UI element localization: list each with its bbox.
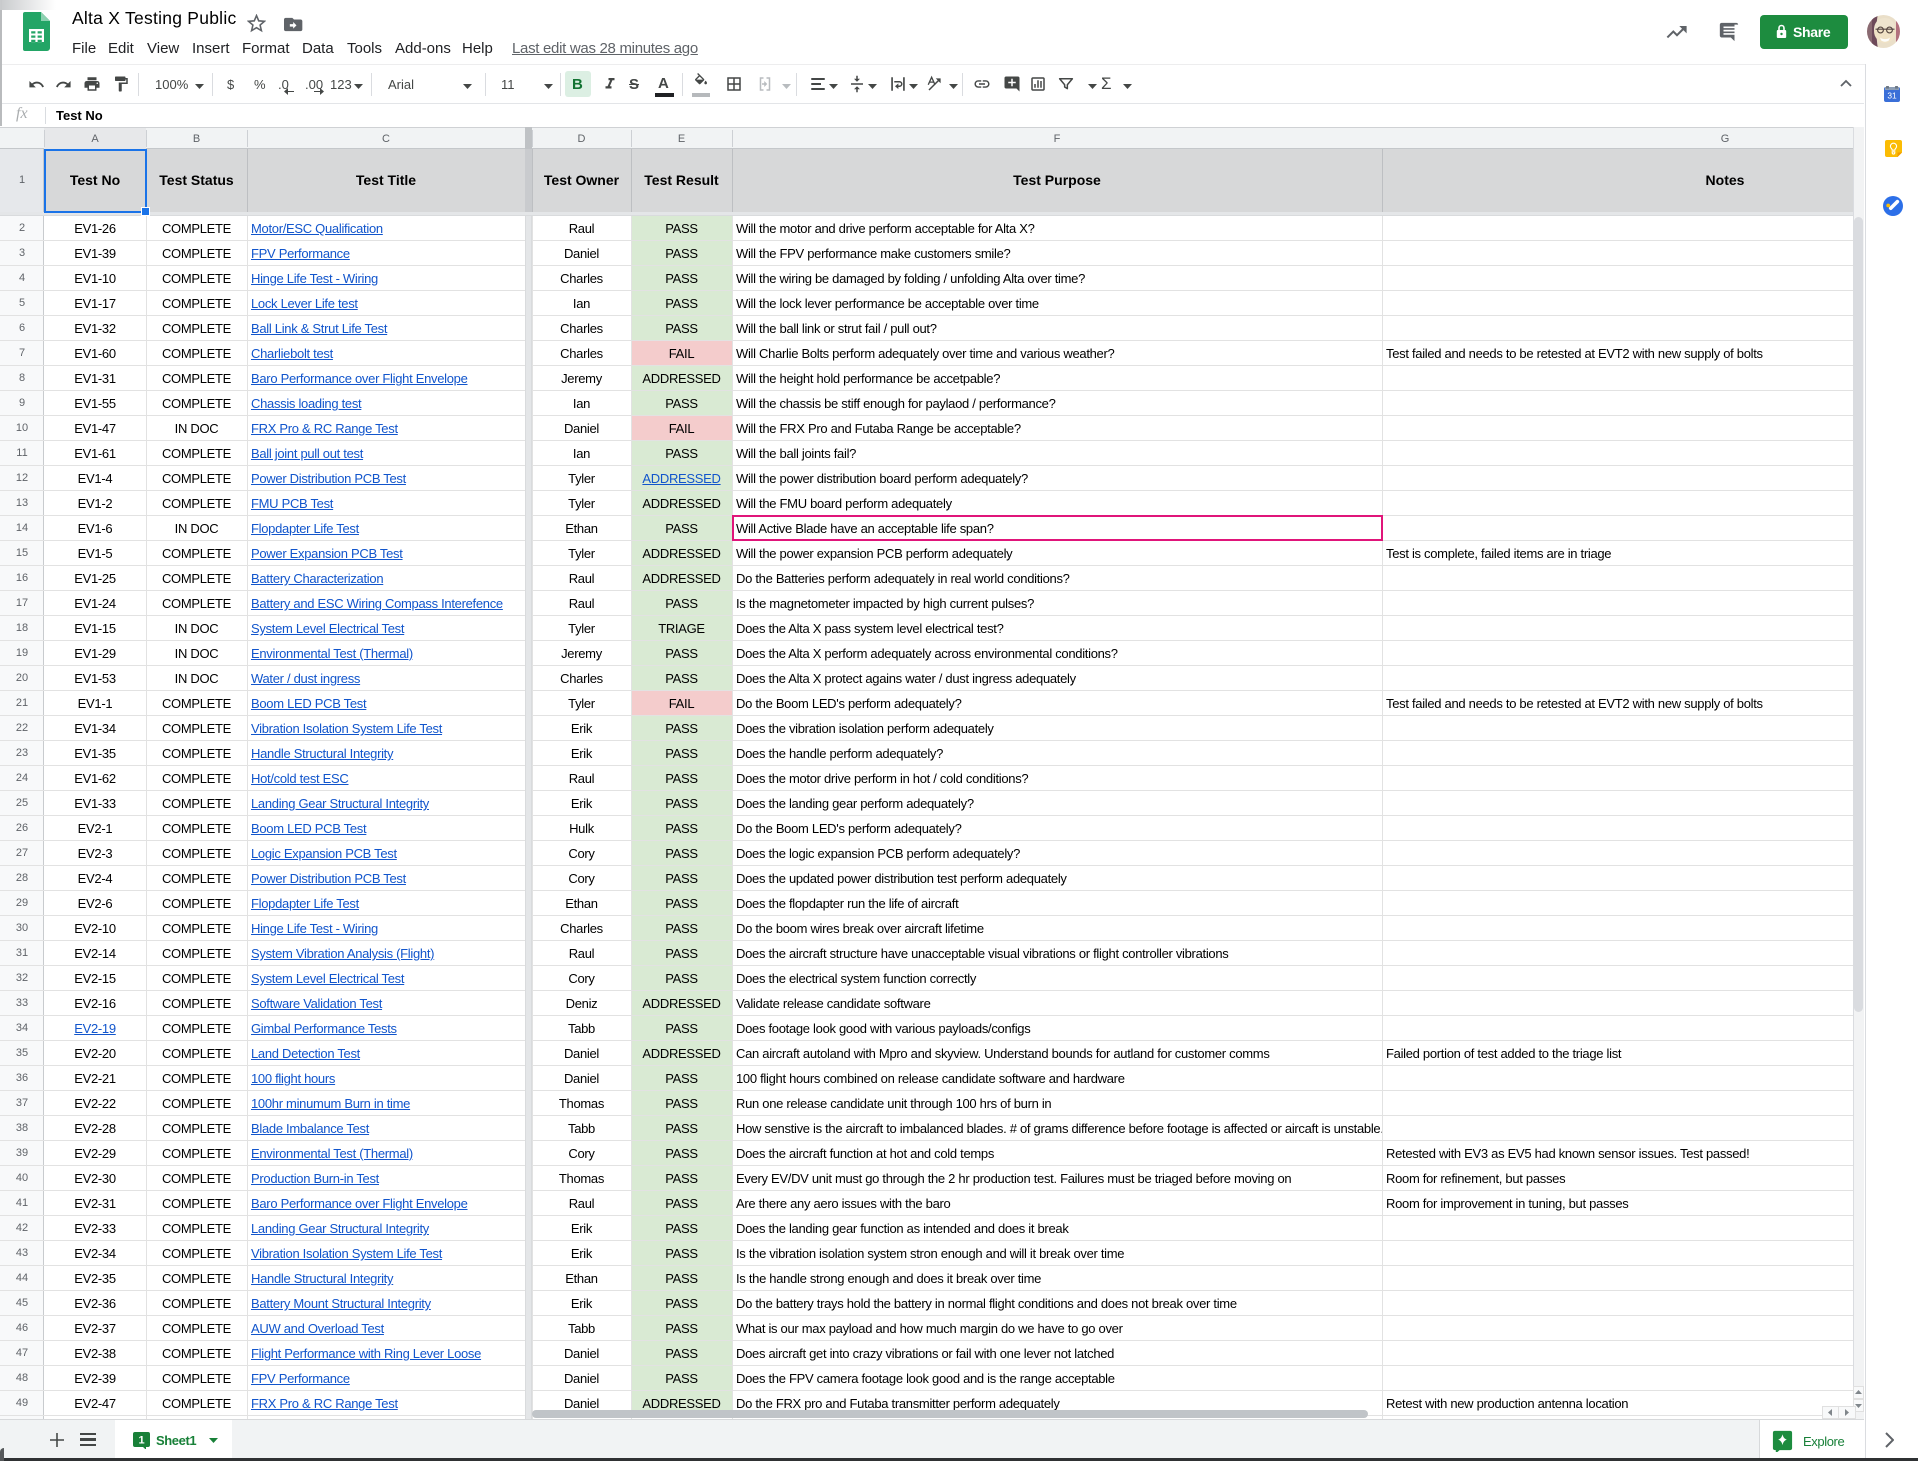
svg-text:1: 1: [138, 1435, 144, 1447]
svg-text:31: 31: [1887, 91, 1897, 101]
